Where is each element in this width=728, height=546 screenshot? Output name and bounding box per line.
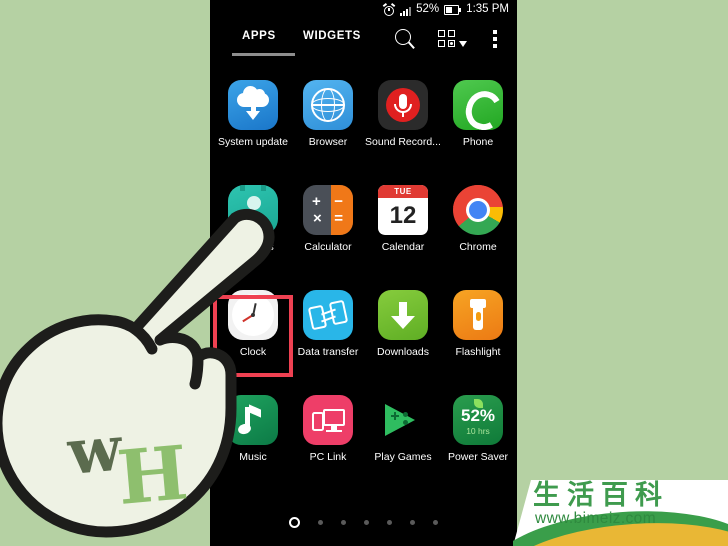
tab-apps[interactable]: APPS [242, 30, 276, 42]
data-transfer-icon [303, 290, 353, 340]
status-bar: 52% 1:35 PM [210, 0, 517, 20]
app-label: Chrome [459, 242, 497, 253]
page-dot[interactable] [433, 520, 438, 525]
app-data-transfer[interactable]: Data transfer [290, 290, 366, 359]
app-label: Downloads [377, 347, 429, 358]
app-label: Calendar [381, 242, 425, 253]
app-pc-link[interactable]: PC Link [290, 395, 366, 464]
app-calculator[interactable]: + − × = Calculator [290, 185, 366, 254]
phone-handset-icon [453, 80, 503, 130]
sound-recorder-icon [378, 80, 428, 130]
watermark-chinese-text: 生活百科 [533, 480, 669, 511]
app-chrome[interactable]: Chrome [440, 185, 516, 254]
play-games-icon [378, 395, 428, 445]
page-dot[interactable] [387, 520, 392, 525]
app-sound-recorder[interactable]: Sound Record... [365, 80, 441, 149]
app-downloads[interactable]: Downloads [365, 290, 441, 359]
browser-globe-icon [303, 80, 353, 130]
app-label: Flashlight [455, 347, 501, 358]
calculator-icon: + − × = [303, 185, 353, 235]
app-system-update[interactable]: System update [215, 80, 291, 149]
calendar-day-name: TUE [378, 185, 428, 198]
app-browser[interactable]: Browser [290, 80, 366, 149]
app-label: PC Link [309, 452, 347, 463]
tab-selected-indicator [232, 53, 295, 56]
calendar-day-number: 12 [389, 202, 417, 229]
app-label: Power Saver [447, 452, 509, 463]
search-icon[interactable] [395, 29, 417, 51]
tab-widgets[interactable]: WIDGETS [303, 30, 361, 42]
downloads-icon [378, 290, 428, 340]
app-flashlight[interactable]: Flashlight [440, 290, 516, 359]
power-saver-percent: 52% [460, 406, 496, 425]
chrome-icon [453, 185, 503, 235]
app-label: System update [217, 137, 289, 148]
alarm-clock-icon [382, 3, 396, 16]
system-update-icon [228, 80, 278, 130]
watermark: 生活百科 www.bimeiz.com [513, 480, 728, 546]
power-saver-hours: 10 hrs [466, 426, 490, 436]
app-label: Play Games [374, 452, 432, 463]
page-dot[interactable] [318, 520, 323, 525]
page-dot[interactable] [364, 520, 369, 525]
battery-icon [444, 5, 462, 15]
battery-percent-label: 52% [416, 3, 440, 16]
grid-view-options-icon[interactable] [438, 30, 468, 50]
pointing-hand-cursor: w H [0, 209, 292, 546]
watermark-url: www.bimeiz.com [535, 510, 657, 527]
wikihow-letter-h: H [114, 430, 191, 522]
status-bar-clock: 1:35 PM [466, 3, 509, 16]
app-drawer-tabbar: APPS WIDGETS [210, 24, 517, 64]
calendar-icon: TUE 12 [378, 185, 428, 235]
app-phone[interactable]: Phone [440, 80, 516, 149]
app-label: Data transfer [297, 347, 359, 358]
app-play-games[interactable]: Play Games [365, 395, 441, 464]
app-calendar[interactable]: TUE 12 Calendar [365, 185, 441, 254]
app-row: System update Browser Sound Record... Ph… [210, 80, 517, 185]
pc-link-icon [303, 395, 353, 445]
page-dot[interactable] [341, 520, 346, 525]
app-label: Sound Record... [365, 137, 441, 148]
flashlight-icon [453, 290, 503, 340]
signal-bars-icon [400, 5, 412, 16]
page-dot[interactable] [410, 520, 415, 525]
app-power-saver[interactable]: 52% 10 hrs Power Saver [440, 395, 516, 464]
overflow-menu-icon[interactable] [493, 30, 499, 50]
app-label: Browser [308, 137, 348, 148]
power-saver-icon: 52% 10 hrs [453, 395, 503, 445]
app-label: Calculator [304, 242, 352, 253]
app-label: Phone [462, 137, 494, 148]
